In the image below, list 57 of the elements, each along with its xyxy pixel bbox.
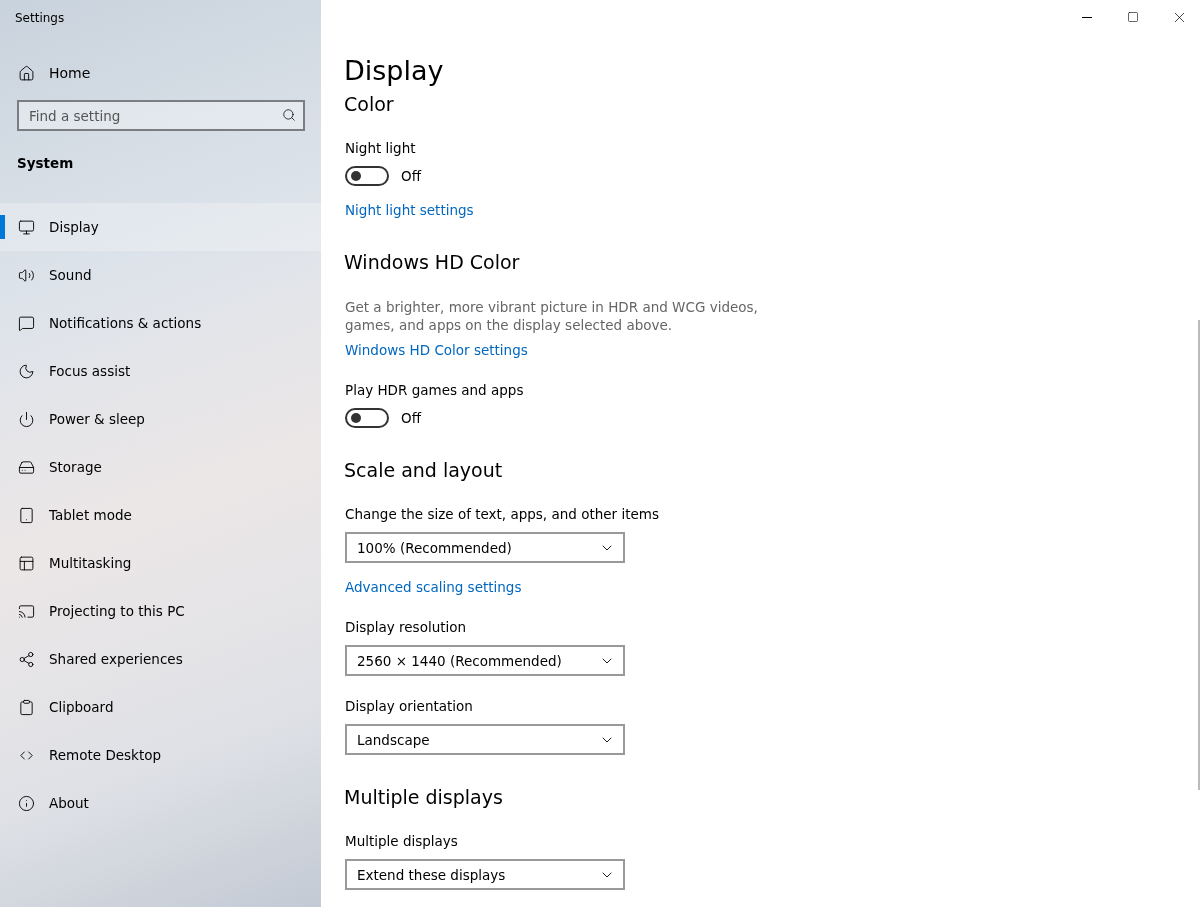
setting-label: Night light: [345, 139, 417, 158]
speech-bubble-icon: [18, 314, 35, 332]
toggle-state-text: Off: [401, 410, 421, 426]
speaker-icon: [18, 266, 35, 284]
setting-label: Display resolution: [345, 618, 468, 637]
section-heading: Scale and layout: [344, 458, 504, 483]
nav-item[interactable]: Storage: [0, 443, 321, 491]
nav-item[interactable]: Sound: [0, 251, 321, 299]
description-text: Get a brighter, more vibrant picture in HDR and WCG videos, games, and apps on the display selected above.: [345, 298, 759, 334]
toggle-state-text: Off: [401, 168, 421, 184]
search-icon: [282, 108, 296, 122]
dropdown[interactable]: Extend these displays: [345, 859, 625, 890]
nav-item[interactable]: Clipboard: [0, 683, 321, 731]
setting-label: Play HDR games and apps: [345, 381, 525, 400]
monitor-icon: [18, 218, 35, 236]
nav-item[interactable]: Multitasking: [0, 539, 321, 587]
scrollbar[interactable]: [1198, 320, 1200, 790]
nav-item[interactable]: Display: [0, 203, 321, 251]
info-icon: [18, 794, 35, 812]
nav-item[interactable]: Power & sleep: [0, 395, 321, 443]
nav-item[interactable]: Shared experiences: [0, 635, 321, 683]
nav-item[interactable]: Remote Desktop: [0, 731, 321, 779]
section-heading: Windows HD Color: [344, 250, 521, 275]
nodes-icon: [18, 650, 35, 668]
home-nav-item[interactable]: Home: [0, 50, 321, 96]
nav-item[interactable]: Tablet mode: [0, 491, 321, 539]
setting-label: Change the size of text, apps, and other items: [345, 505, 660, 524]
drive-icon: [18, 458, 35, 476]
section-heading: Multiple displays: [344, 785, 504, 810]
nav-item[interactable]: Notifications & actions: [0, 299, 321, 347]
dropdown[interactable]: Landscape: [345, 724, 625, 755]
window-title: Settings: [14, 10, 66, 27]
moon-icon: [18, 362, 35, 380]
group-heading: System: [16, 154, 75, 173]
clipboard-icon: [18, 698, 35, 716]
page-title: Display: [344, 54, 445, 88]
cast-icon: [18, 602, 35, 620]
settings-link[interactable]: Windows HD Color settings: [345, 340, 528, 360]
toggle-switch[interactable]: [345, 408, 389, 428]
nav-item[interactable]: Focus assist: [0, 347, 321, 395]
nav-item[interactable]: About: [0, 779, 321, 827]
section-heading: Color: [344, 92, 395, 117]
search-field[interactable]: Find a setting: [17, 100, 305, 131]
home-icon: [18, 64, 35, 82]
maximize-icon: [1127, 11, 1139, 23]
minimize-icon: [1082, 16, 1092, 18]
nav-item[interactable]: Projecting to this PC: [0, 587, 321, 635]
toggle-switch[interactable]: [345, 166, 389, 186]
dropdown[interactable]: 100% (Recommended): [345, 532, 625, 563]
settings-link[interactable]: Advanced scaling settings: [345, 577, 522, 597]
setting-label: Multiple displays: [345, 832, 459, 851]
power-icon: [18, 410, 35, 428]
setting-label: Display orientation: [345, 697, 474, 716]
dropdown[interactable]: 2560 × 1440 (Recommended): [345, 645, 625, 676]
tablet-icon: [18, 506, 35, 524]
settings-link[interactable]: Night light settings: [345, 200, 474, 220]
windows-layout-icon: [18, 554, 35, 572]
